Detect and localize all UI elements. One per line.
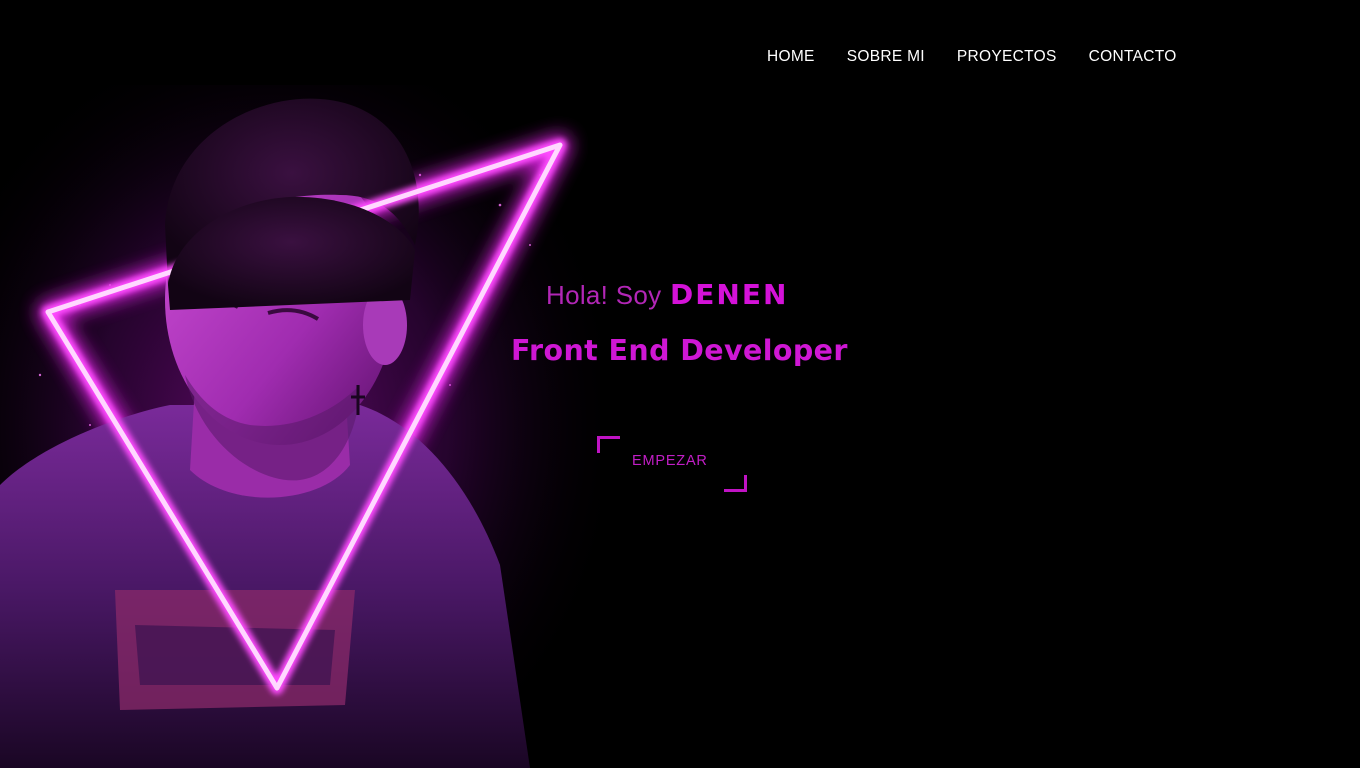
nav-link-sobre-mi[interactable]: SOBRE MI — [847, 48, 925, 65]
nav-link-proyectos[interactable]: PROYECTOS — [957, 48, 1057, 65]
empezar-button-label: EMPEZAR — [632, 453, 708, 469]
hero-role: Front End Developer — [511, 334, 848, 367]
nav-link-home[interactable]: HOME — [767, 48, 815, 65]
corner-bracket-bottom-right — [724, 475, 747, 492]
nav-item-sobre-mi: SOBRE MI — [847, 48, 925, 66]
nav-item-home: HOME — [767, 48, 815, 66]
hero-portrait — [0, 85, 600, 768]
empezar-button[interactable]: EMPEZAR — [597, 436, 747, 492]
nav-item-contacto: CONTACTO — [1089, 48, 1177, 66]
main-nav: HOME SOBRE MI PROYECTOS CONTACTO — [767, 48, 1177, 66]
hero-name: DENEN — [670, 278, 789, 311]
hero-greeting: Hola! Soy DENEN — [546, 278, 788, 311]
greeting-prefix: Hola! Soy — [546, 280, 662, 310]
nav-link-contacto[interactable]: CONTACTO — [1089, 48, 1177, 65]
corner-bracket-top-left — [597, 436, 620, 453]
nav-item-proyectos: PROYECTOS — [957, 48, 1057, 66]
